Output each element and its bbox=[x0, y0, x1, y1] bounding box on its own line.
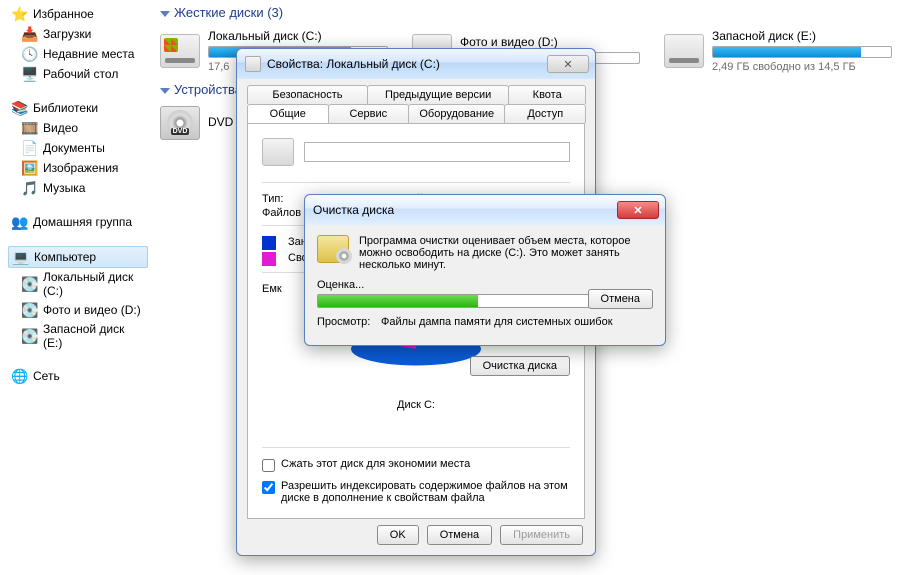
apply-button[interactable]: Применить bbox=[500, 525, 583, 545]
ok-button[interactable]: OK bbox=[377, 525, 419, 545]
cleanup-message: Программа очистки оценивает объем места,… bbox=[359, 235, 653, 271]
volume-label-input[interactable] bbox=[304, 142, 570, 162]
close-button[interactable]: ✕ bbox=[617, 201, 659, 219]
pictures-icon: 🖼️ bbox=[22, 160, 38, 176]
close-icon: ✕ bbox=[563, 58, 572, 71]
sidebar-drive-d[interactable]: 💽Фото и видео (D:) bbox=[18, 300, 148, 320]
drive-name: Запасной диск (E:) bbox=[712, 29, 916, 43]
pie-disk-label: Диск C: bbox=[262, 399, 570, 411]
cancel-button[interactable]: Отмена bbox=[427, 525, 492, 545]
sidebar-homegroup[interactable]: 👥Домашняя группа bbox=[8, 212, 148, 232]
free-swatch bbox=[262, 252, 276, 266]
video-icon: 🎞️ bbox=[22, 120, 38, 136]
dialog-title: Очистка диска bbox=[313, 203, 394, 217]
drive-name: Фото и видео (D:) bbox=[460, 35, 664, 49]
disk-cleanup-dialog: Очистка диска ✕ Программа очистки оценив… bbox=[304, 194, 666, 346]
index-label: Разрешить индексировать содержимое файло… bbox=[281, 480, 570, 504]
recent-icon: 🕓 bbox=[22, 46, 38, 62]
used-swatch bbox=[262, 236, 276, 250]
close-icon: ✕ bbox=[633, 204, 642, 217]
drive-icon: 💽 bbox=[22, 276, 38, 292]
index-checkbox[interactable] bbox=[262, 481, 275, 494]
sidebar-documents[interactable]: 📄Документы bbox=[18, 138, 148, 158]
network-icon: 🌐 bbox=[12, 368, 28, 384]
tab-tools[interactable]: Сервис bbox=[328, 104, 410, 123]
collapse-icon bbox=[160, 88, 170, 94]
close-button[interactable]: ✕ bbox=[547, 55, 589, 73]
desktop-icon: 🖥️ bbox=[22, 66, 38, 82]
sidebar-downloads[interactable]: 📥Загрузки bbox=[18, 24, 148, 44]
cancel-button[interactable]: Отмена bbox=[588, 289, 653, 309]
drive-icon bbox=[160, 34, 200, 68]
drive-icon bbox=[262, 138, 294, 166]
sidebar-libraries[interactable]: 📚Библиотеки bbox=[8, 98, 148, 118]
drive-icon bbox=[664, 34, 704, 68]
homegroup-icon: 👥 bbox=[12, 214, 28, 230]
group-hdd-header[interactable]: Жесткие диски (3) bbox=[152, 0, 917, 25]
drive-e[interactable]: Запасной диск (E:) 2,49 ГБ свободно из 1… bbox=[664, 29, 916, 73]
music-icon: 🎵 bbox=[22, 180, 38, 196]
dialog-titlebar[interactable]: Свойства: Локальный диск (C:) ✕ bbox=[237, 49, 595, 79]
sidebar-music[interactable]: 🎵Музыка bbox=[18, 178, 148, 198]
sidebar-network[interactable]: 🌐Сеть bbox=[8, 366, 148, 386]
drive-name: Локальный диск (C:) bbox=[208, 29, 412, 43]
drive-icon: 💽 bbox=[22, 302, 38, 318]
sidebar-videos[interactable]: 🎞️Видео bbox=[18, 118, 148, 138]
collapse-icon bbox=[160, 11, 170, 17]
tab-general[interactable]: Общие bbox=[247, 104, 329, 123]
disk-cleanup-button[interactable]: Очистка диска bbox=[470, 356, 570, 376]
tab-hardware[interactable]: Оборудование bbox=[408, 104, 505, 123]
dialog-titlebar[interactable]: Очистка диска ✕ bbox=[305, 195, 665, 225]
sidebar-drive-e[interactable]: 💽Запасной диск (E:) bbox=[18, 320, 148, 352]
sidebar-recent[interactable]: 🕓Недавние места bbox=[18, 44, 148, 64]
sidebar-desktop[interactable]: 🖥️Рабочий стол bbox=[18, 64, 148, 84]
drive-icon: 💽 bbox=[22, 328, 38, 344]
sidebar-label: Избранное bbox=[33, 7, 94, 21]
tab-sharing[interactable]: Доступ bbox=[504, 104, 586, 123]
drive-usage-bar bbox=[712, 46, 892, 58]
downloads-icon: 📥 bbox=[22, 26, 38, 42]
tab-quota[interactable]: Квота bbox=[508, 85, 586, 104]
cleanup-icon bbox=[317, 235, 349, 263]
scanning-label: Просмотр: bbox=[317, 316, 375, 328]
compress-checkbox[interactable] bbox=[262, 459, 275, 472]
computer-icon: 💻 bbox=[13, 249, 29, 265]
sidebar-computer[interactable]: 💻Компьютер bbox=[8, 246, 148, 268]
compress-label: Сжать этот диск для экономии места bbox=[281, 458, 470, 470]
dialog-title: Свойства: Локальный диск (C:) bbox=[267, 57, 440, 71]
tab-previous-versions[interactable]: Предыдущие версии bbox=[367, 85, 509, 104]
documents-icon: 📄 bbox=[22, 140, 38, 156]
navigation-pane: ⭐ Избранное 📥Загрузки 🕓Недавние места 🖥️… bbox=[0, 0, 148, 575]
tab-security[interactable]: Безопасность bbox=[247, 85, 368, 104]
drive-subtext: 2,49 ГБ свободно из 14,5 ГБ bbox=[712, 61, 916, 73]
scanning-value: Файлы дампа памяти для системных ошибок bbox=[381, 316, 613, 328]
star-icon: ⭐ bbox=[12, 6, 28, 22]
sidebar-drive-c[interactable]: 💽Локальный диск (C:) bbox=[18, 268, 148, 300]
dvd-icon: DVD bbox=[160, 106, 200, 140]
sidebar-pictures[interactable]: 🖼️Изображения bbox=[18, 158, 148, 178]
drive-icon bbox=[245, 56, 261, 72]
libraries-icon: 📚 bbox=[12, 100, 28, 116]
sidebar-favorites[interactable]: ⭐ Избранное bbox=[8, 4, 148, 24]
